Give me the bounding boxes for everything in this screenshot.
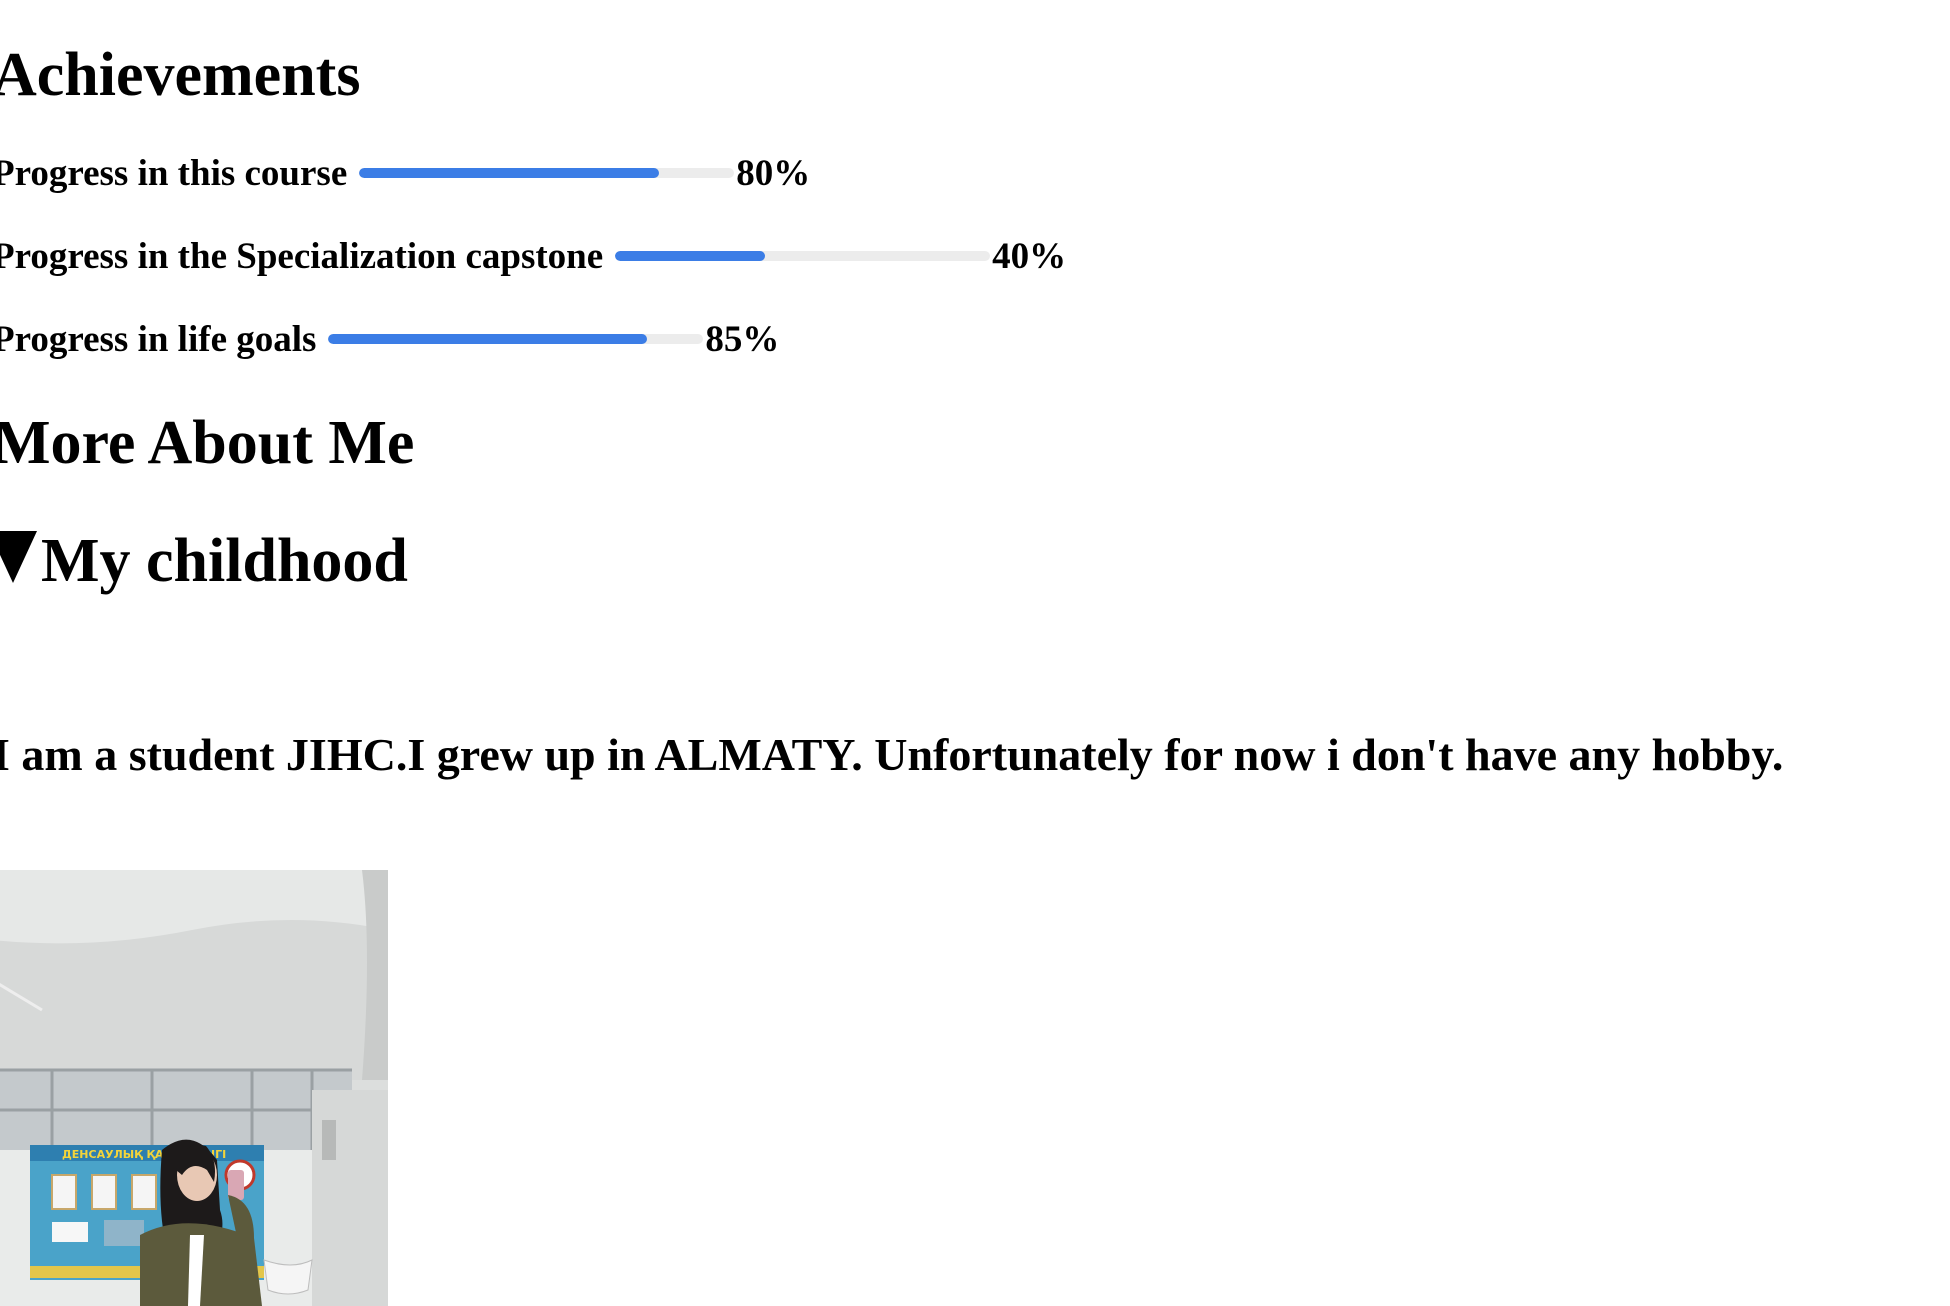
progress-fill [359, 168, 660, 178]
progress-value: 80% [736, 152, 811, 194]
progress-row-course: Progress in this course 80% [0, 148, 810, 198]
progress-bar [328, 334, 704, 344]
progress-fill [328, 334, 648, 344]
progress-label: Progress in the Specialization capstone [0, 235, 604, 277]
progress-row-life-goals: Progress in life goals 85% [0, 314, 779, 364]
details-summary-childhood[interactable]: My childhood [0, 530, 408, 592]
progress-bar [615, 251, 991, 261]
progress-value: 85% [705, 318, 780, 360]
childhood-paragraph: I am a student JIHC.I grew up in ALMATY.… [0, 729, 1784, 780]
progress-bar [359, 168, 735, 178]
progress-label: Progress in life goals [0, 318, 317, 360]
progress-value: 40% [992, 235, 1067, 277]
disclosure-triangle-icon[interactable] [0, 531, 37, 583]
progress-label: Progress in this course [0, 152, 348, 194]
childhood-photo: ДЕНСАУЛЫҚ ҚАУПСІЗДІГІ [0, 870, 388, 1306]
details-summary-label: My childhood [41, 527, 408, 595]
progress-row-capstone: Progress in the Specialization capstone … [0, 231, 1066, 281]
photo-illustration: ДЕНСАУЛЫҚ ҚАУПСІЗДІГІ [0, 870, 388, 1306]
progress-fill [615, 251, 766, 261]
achievements-heading: Achievements [0, 41, 361, 109]
more-about-heading: More About Me [0, 409, 415, 477]
